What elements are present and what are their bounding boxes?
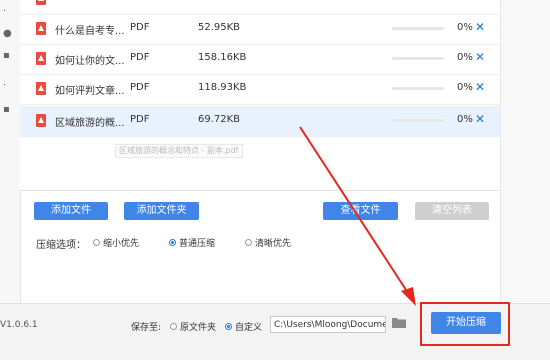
progress-percent: 0% bbox=[457, 114, 473, 125]
table-row[interactable]: ✕ bbox=[20, 0, 500, 15]
pdf-file-icon bbox=[36, 82, 46, 95]
pdf-file-icon bbox=[36, 0, 46, 5]
progress-bar bbox=[392, 27, 444, 30]
radio-label: 原文件夹 bbox=[180, 323, 217, 333]
sidebar-item-4[interactable]: · bbox=[3, 80, 17, 94]
file-size: 52.95KB bbox=[198, 22, 241, 33]
radio-original-folder[interactable]: 原文件夹 bbox=[170, 320, 216, 333]
sidebar-item-5[interactable]: ▪ bbox=[3, 104, 17, 118]
progress-percent: 0% bbox=[457, 52, 473, 63]
drag-tooltip: 区域旅游的概念和特点 - 副本.pdf bbox=[115, 144, 243, 158]
table-row-selected[interactable]: 区域旅游的概... PDF 69.72KB 0% ✕ bbox=[20, 106, 500, 137]
add-folder-button[interactable]: 添加文件夹 bbox=[124, 202, 199, 220]
progress-bar bbox=[392, 119, 444, 122]
close-icon[interactable]: ✕ bbox=[475, 112, 485, 126]
sidebar-item-3[interactable]: ▪ bbox=[3, 50, 17, 64]
file-type: PDF bbox=[130, 114, 150, 125]
table-row[interactable]: 如何评判文章... PDF 118.93KB 0% ✕ bbox=[20, 74, 500, 105]
progress-bar bbox=[392, 87, 444, 90]
radio-dot[interactable] bbox=[245, 239, 252, 246]
table-row[interactable]: 什么是自考专... PDF 52.95KB 0% ✕ bbox=[20, 14, 500, 45]
sidebar-item-2[interactable]: ● bbox=[3, 28, 17, 42]
file-type: PDF bbox=[130, 82, 150, 93]
file-size: 118.93KB bbox=[198, 82, 247, 93]
progress-percent: 0% bbox=[457, 22, 473, 33]
radio-normal-compress[interactable]: 普通压缩 bbox=[169, 236, 215, 249]
file-size: 158.16KB bbox=[198, 52, 247, 63]
view-file-button[interactable]: 查看文件 bbox=[323, 202, 398, 220]
add-file-button[interactable]: 添加文件 bbox=[34, 202, 108, 220]
compress-options-label: 压缩选项： bbox=[36, 240, 86, 251]
pdf-file-icon bbox=[36, 114, 46, 127]
radio-clarity-first[interactable]: 清晰优先 bbox=[245, 236, 291, 249]
radio-dot[interactable] bbox=[169, 239, 176, 246]
file-size: 69.72KB bbox=[198, 114, 241, 125]
radio-smaller-first[interactable]: 缩小优先 bbox=[93, 236, 139, 249]
radio-dot[interactable] bbox=[93, 239, 100, 246]
radio-dot[interactable] bbox=[170, 323, 177, 330]
sidebar-item-1[interactable]: · bbox=[3, 6, 17, 20]
radio-label: 缩小优先 bbox=[103, 239, 140, 249]
clear-list-button[interactable]: 清空列表 bbox=[415, 202, 489, 220]
version-label: V1.0.6.1 bbox=[0, 320, 38, 330]
pdf-file-icon bbox=[36, 52, 46, 65]
save-to-label: 保存至: bbox=[131, 323, 162, 333]
folder-icon[interactable] bbox=[392, 316, 406, 328]
radio-label: 自定义 bbox=[235, 323, 263, 333]
close-icon[interactable]: ✕ bbox=[475, 50, 485, 64]
progress-bar bbox=[392, 57, 444, 60]
file-type: PDF bbox=[130, 52, 150, 63]
close-icon[interactable]: ✕ bbox=[475, 20, 485, 34]
pdf-file-icon bbox=[36, 22, 46, 35]
file-list: ✕ 什么是自考专... PDF 52.95KB 0% ✕ 如何让你的文... P… bbox=[20, 0, 500, 191]
radio-label: 普通压缩 bbox=[179, 239, 216, 249]
save-path-field[interactable]: C:\Users\Mloong\Docume bbox=[270, 316, 386, 333]
radio-dot[interactable] bbox=[225, 323, 232, 330]
table-row[interactable]: 如何让你的文... PDF 158.16KB 0% ✕ bbox=[20, 44, 500, 75]
progress-percent: 0% bbox=[457, 82, 473, 93]
file-type: PDF bbox=[130, 22, 150, 33]
radio-custom[interactable]: 自定义 bbox=[225, 320, 262, 333]
highlight-box bbox=[420, 302, 510, 346]
radio-label: 清晰优先 bbox=[255, 239, 292, 249]
close-icon[interactable]: ✕ bbox=[475, 80, 485, 94]
close-icon[interactable]: ✕ bbox=[475, 0, 485, 4]
